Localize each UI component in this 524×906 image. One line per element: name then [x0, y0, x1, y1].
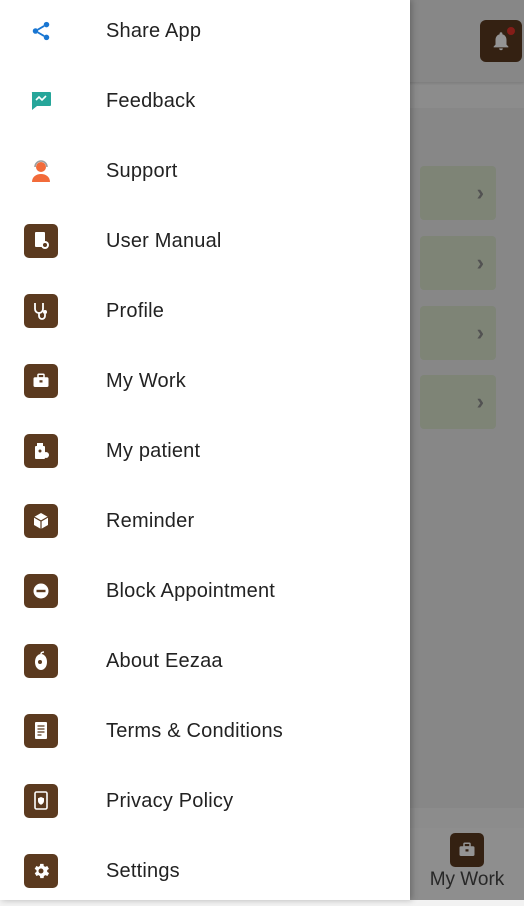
menu-item-label: Privacy Policy	[106, 789, 234, 812]
user-manual-icon	[24, 224, 58, 258]
menu-item-share-app[interactable]: Share App	[0, 0, 410, 66]
document-icon	[24, 714, 58, 748]
about-icon	[24, 644, 58, 678]
menu-item-block-appointment[interactable]: Block Appointment	[0, 556, 410, 626]
menu-item-label: Block Appointment	[106, 579, 276, 602]
menu-item-terms-conditions[interactable]: Terms & Conditions	[0, 696, 410, 766]
menu-item-label: Profile	[106, 299, 165, 322]
menu-item-label: Terms & Conditions	[106, 719, 283, 742]
block-icon	[24, 574, 58, 608]
menu-item-privacy-policy[interactable]: Privacy Policy	[0, 766, 410, 836]
privacy-icon	[24, 784, 58, 818]
navigation-drawer: Share App Feedback Support User Manual P…	[0, 0, 410, 900]
menu-item-support[interactable]: Support	[0, 136, 410, 206]
share-icon	[24, 14, 58, 48]
menu-item-label: Settings	[106, 859, 180, 882]
menu-item-my-work[interactable]: My Work	[0, 346, 410, 416]
menu-item-my-patient[interactable]: My patient	[0, 416, 410, 486]
menu-item-about-eezaa[interactable]: About Eezaa	[0, 626, 410, 696]
gear-icon	[24, 854, 58, 888]
menu-item-label: About Eezaa	[106, 649, 223, 672]
menu-item-label: My patient	[106, 439, 201, 462]
menu-item-user-manual[interactable]: User Manual	[0, 206, 410, 276]
menu-item-profile[interactable]: Profile	[0, 276, 410, 346]
menu-item-reminder[interactable]: Reminder	[0, 486, 410, 556]
feedback-icon	[24, 84, 58, 118]
menu-item-label: Support	[106, 159, 178, 182]
briefcase-icon	[24, 364, 58, 398]
stethoscope-icon	[24, 294, 58, 328]
menu-item-label: My Work	[106, 369, 186, 392]
menu-item-settings[interactable]: Settings	[0, 836, 410, 906]
menu-item-label: Feedback	[106, 89, 196, 112]
menu-item-label: Reminder	[106, 509, 195, 532]
menu-item-label: User Manual	[106, 229, 222, 252]
reminder-icon	[24, 504, 58, 538]
menu-item-feedback[interactable]: Feedback	[0, 66, 410, 136]
menu-item-label: Share App	[106, 19, 202, 42]
support-icon	[24, 154, 58, 188]
patient-icon	[24, 434, 58, 468]
